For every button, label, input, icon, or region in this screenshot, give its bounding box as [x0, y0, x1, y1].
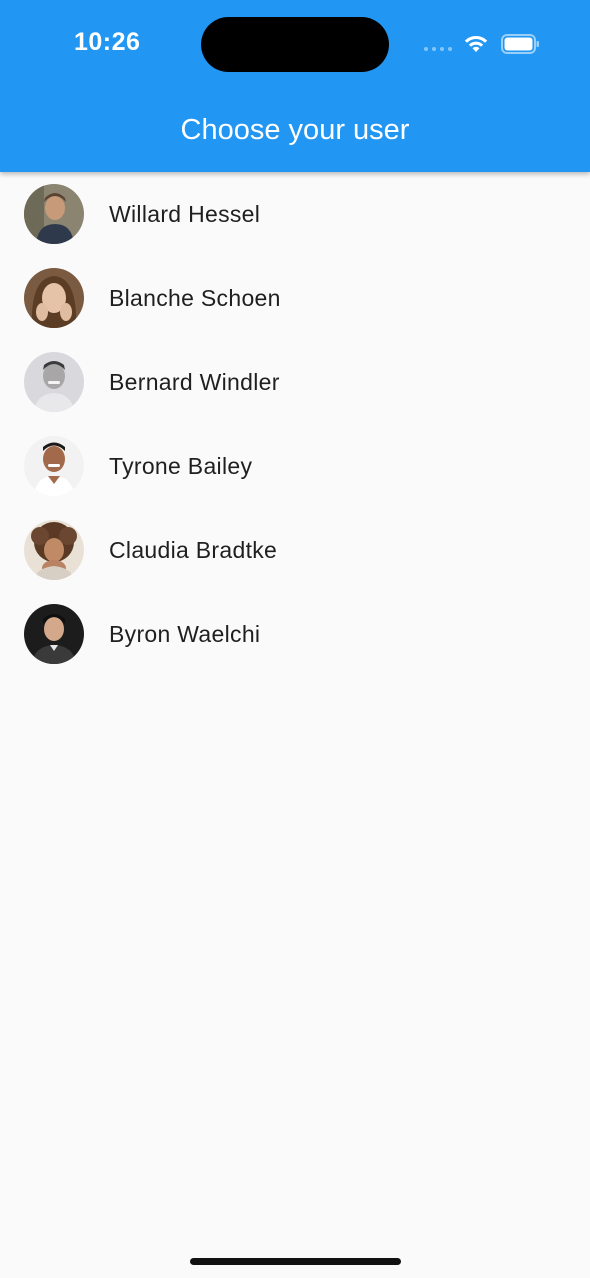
wifi-icon	[464, 35, 488, 52]
user-list-item[interactable]: Willard Hessel	[0, 172, 590, 256]
user-avatar	[24, 436, 84, 496]
user-avatar	[24, 352, 84, 412]
user-avatar	[24, 268, 84, 328]
home-indicator[interactable]	[190, 1258, 401, 1265]
user-name: Byron Waelchi	[109, 621, 261, 647]
status-time: 10:26	[74, 28, 141, 56]
page-title: Choose your user	[180, 114, 410, 146]
user-list: Willard Hessel Blanche Schoen Bernard Wi	[0, 172, 590, 676]
battery-icon	[501, 34, 539, 54]
dynamic-island	[201, 17, 389, 72]
user-name: Bernard Windler	[109, 369, 280, 395]
user-list-item[interactable]: Claudia Bradtke	[0, 508, 590, 592]
user-name: Tyrone Bailey	[109, 453, 253, 479]
user-avatar	[24, 520, 84, 580]
user-list-item[interactable]: Byron Waelchi	[0, 592, 590, 676]
user-avatar	[24, 184, 84, 244]
user-list-item[interactable]: Tyrone Bailey	[0, 424, 590, 508]
user-name: Blanche Schoen	[109, 285, 281, 311]
cellular-signal-icon	[424, 47, 454, 53]
user-name: Willard Hessel	[109, 201, 261, 227]
user-avatar	[24, 604, 84, 664]
user-list-item[interactable]: Blanche Schoen	[0, 256, 590, 340]
user-name: Claudia Bradtke	[109, 537, 278, 563]
app-bar: 10:26 Choose your user	[0, 0, 590, 172]
user-list-item[interactable]: Bernard Windler	[0, 340, 590, 424]
